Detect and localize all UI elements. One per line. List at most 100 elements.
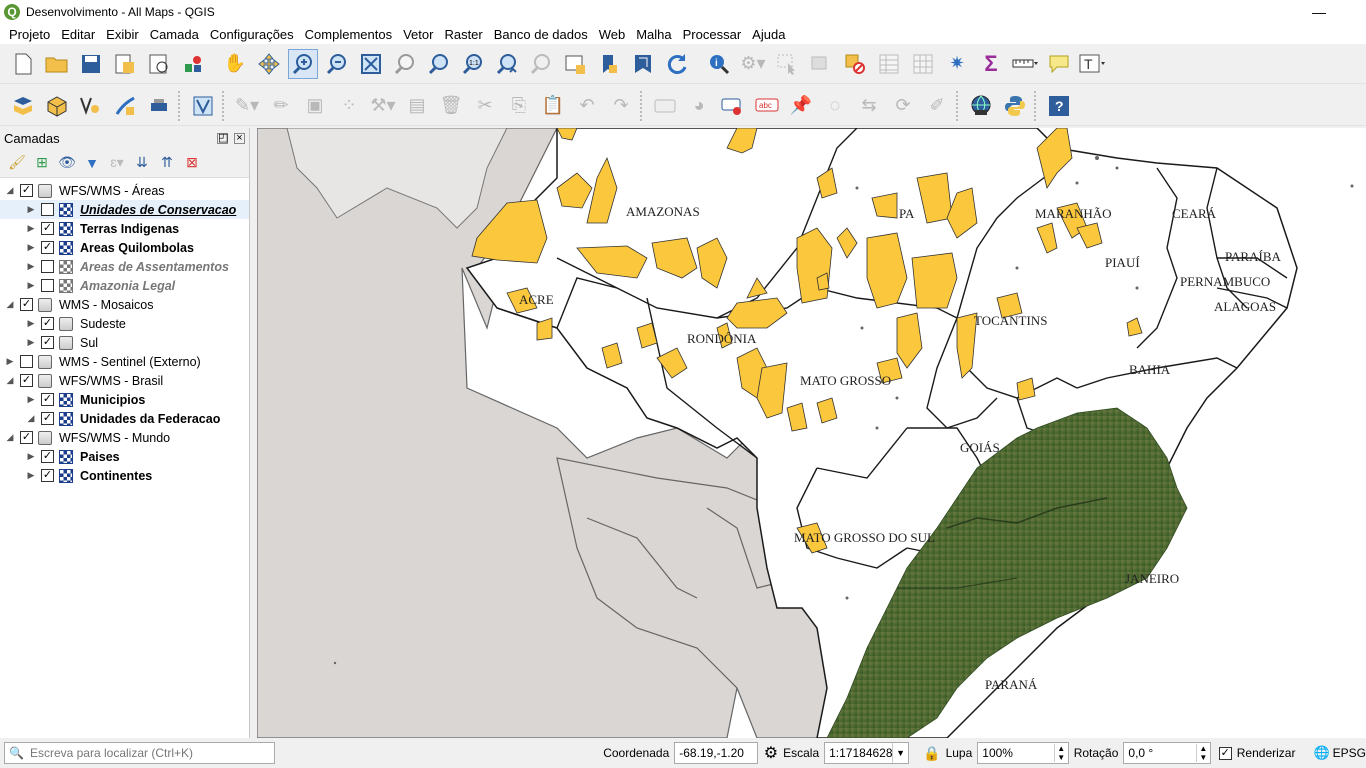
save-edits-icon[interactable]: ▣ bbox=[300, 91, 330, 121]
menu-banco-de-dados[interactable]: Banco de dados bbox=[494, 27, 588, 42]
layer-row[interactable]: ▶ Amazonia Legal bbox=[0, 276, 249, 295]
open-layer-styling-icon[interactable]: 🖌 bbox=[6, 152, 28, 174]
zoom-next-icon[interactable] bbox=[526, 49, 556, 79]
lock-scale-icon[interactable]: 🔒 bbox=[923, 745, 940, 762]
new-virtual-layer-icon[interactable] bbox=[188, 91, 218, 121]
layer-row[interactable]: ▶ ✓ Municipios bbox=[0, 390, 249, 409]
layer-checkbox[interactable] bbox=[20, 355, 33, 368]
collapsed-icon[interactable]: ▶ bbox=[25, 337, 37, 348]
layer-checkbox[interactable]: ✓ bbox=[41, 241, 54, 254]
pin-labels-icon[interactable]: 📌 bbox=[786, 91, 816, 121]
zoom-in-icon[interactable] bbox=[288, 48, 318, 79]
menu-ajuda[interactable]: Ajuda bbox=[752, 27, 785, 42]
add-group-icon[interactable]: ⊞ bbox=[31, 152, 53, 174]
layer-checkbox[interactable]: ✓ bbox=[41, 317, 54, 330]
layer-row[interactable]: ◢ ✓ WFS/WMS - Brasil bbox=[0, 371, 249, 390]
layer-diagram-icon[interactable]: abc bbox=[752, 91, 782, 121]
locator-input[interactable]: 🔍 Escreva para localizar (Ctrl+K) bbox=[4, 742, 276, 764]
show-bookmarks-icon[interactable] bbox=[628, 49, 658, 79]
collapsed-icon[interactable]: ▶ bbox=[25, 318, 37, 329]
layer-checkbox[interactable] bbox=[41, 279, 54, 292]
menu-complementos[interactable]: Complementos bbox=[305, 27, 392, 42]
help-icon[interactable]: ? bbox=[1044, 91, 1074, 121]
new-bookmark-icon[interactable] bbox=[594, 49, 624, 79]
layer-checkbox[interactable]: ✓ bbox=[20, 184, 33, 197]
zoom-full-icon[interactable] bbox=[356, 49, 386, 79]
menu-projeto[interactable]: Projeto bbox=[9, 27, 50, 42]
scale-dropdown-icon[interactable]: ▼ bbox=[892, 743, 908, 763]
menu-editar[interactable]: Editar bbox=[61, 27, 95, 42]
layer-row[interactable]: ▶ ✓ Sul bbox=[0, 333, 249, 352]
layer-checkbox[interactable] bbox=[41, 203, 54, 216]
manage-map-themes-icon[interactable]: 👁 bbox=[56, 152, 78, 174]
collapsed-icon[interactable]: ▶ bbox=[25, 204, 37, 215]
new-spatialite-icon[interactable] bbox=[110, 91, 140, 121]
layer-row[interactable]: ◢ ✓ WFS/WMS - Mundo bbox=[0, 428, 249, 447]
layer-row[interactable]: ▶ ✓ Terras Indigenas bbox=[0, 219, 249, 238]
show-hide-labels-icon[interactable]: ◌ bbox=[820, 91, 850, 121]
new-project-icon[interactable] bbox=[8, 49, 38, 79]
coordinate-field[interactable]: -68.19,-1.20 bbox=[674, 742, 758, 764]
collapsed-icon[interactable]: ▶ bbox=[4, 356, 16, 367]
zoom-out-icon[interactable] bbox=[322, 49, 352, 79]
layer-checkbox[interactable]: ✓ bbox=[41, 222, 54, 235]
vertex-tool-icon[interactable]: ⚒▾ bbox=[368, 91, 398, 121]
zoom-native-icon[interactable]: 1:1 bbox=[458, 49, 488, 79]
zoom-last-icon[interactable] bbox=[492, 49, 522, 79]
expand-all-icon[interactable]: ⇊ bbox=[131, 152, 153, 174]
float-panel-icon[interactable]: ◰ bbox=[217, 132, 228, 144]
paste-features-icon[interactable]: 📋 bbox=[538, 91, 568, 121]
close-panel-icon[interactable]: × bbox=[234, 132, 245, 144]
select-features-icon[interactable] bbox=[772, 49, 802, 79]
current-edits-icon[interactable]: ✎▾ bbox=[232, 91, 262, 121]
scale-field[interactable]: 1:17184628 ▼ bbox=[824, 742, 910, 764]
crs-label[interactable]: EPSG bbox=[1333, 746, 1366, 760]
collapse-all-icon[interactable]: ⇈ bbox=[156, 152, 178, 174]
collapsed-icon[interactable]: ▶ bbox=[25, 394, 37, 405]
layer-checkbox[interactable]: ✓ bbox=[41, 393, 54, 406]
crs-globe-icon[interactable]: 🌐 bbox=[1313, 745, 1329, 761]
print-layout-icon[interactable] bbox=[144, 49, 174, 79]
attribute-table-icon[interactable] bbox=[874, 49, 904, 79]
save-as-icon[interactable] bbox=[110, 49, 140, 79]
layer-row[interactable]: ◢ ✓ Unidades da Federacao bbox=[0, 409, 249, 428]
menu-configuracoes[interactable]: Configurações bbox=[210, 27, 294, 42]
layer-row[interactable]: ▶ Areas de Assentamentos bbox=[0, 257, 249, 276]
new-geopackage-icon[interactable] bbox=[42, 91, 72, 121]
expanded-icon[interactable]: ◢ bbox=[4, 185, 16, 196]
collapsed-icon[interactable]: ▶ bbox=[25, 451, 37, 462]
field-calculator-icon[interactable] bbox=[908, 49, 938, 79]
layer-checkbox[interactable] bbox=[41, 260, 54, 273]
statistical-summary-icon[interactable]: Σ bbox=[976, 49, 1006, 79]
layer-row[interactable]: ▶ ✓ Paises bbox=[0, 447, 249, 466]
layer-checkbox[interactable]: ✓ bbox=[41, 336, 54, 349]
change-label-icon[interactable]: ✐ bbox=[922, 91, 952, 121]
expanded-icon[interactable]: ◢ bbox=[4, 299, 16, 310]
copy-features-icon[interactable]: ⎘ bbox=[504, 91, 534, 121]
layer-row[interactable]: ◢ ✓ WMS - Mosaicos bbox=[0, 295, 249, 314]
processing-toolbox-icon[interactable]: ✷ bbox=[942, 49, 972, 79]
identify-features-icon[interactable]: ⚙▾ bbox=[738, 49, 768, 79]
map-svg[interactable]: AMAZONAS PA MARANHÃO CEARÁ PIAUÍ PARAÍBA… bbox=[257, 128, 1366, 738]
delete-selected-icon[interactable]: 🗑 bbox=[436, 91, 466, 121]
deselect-features-icon[interactable] bbox=[806, 49, 836, 79]
expanded-icon[interactable]: ◢ bbox=[4, 375, 16, 386]
rotation-field[interactable]: 0,0 ° ▲ ▼ bbox=[1123, 742, 1211, 764]
map-tips-icon[interactable] bbox=[1044, 49, 1074, 79]
expanded-icon[interactable]: ◢ bbox=[25, 413, 37, 424]
collapsed-icon[interactable]: ▶ bbox=[25, 223, 37, 234]
text-annotation-icon[interactable]: T bbox=[1078, 49, 1108, 79]
layer-checkbox[interactable]: ✓ bbox=[41, 469, 54, 482]
zoom-to-selection-icon[interactable] bbox=[390, 49, 420, 79]
layer-checkbox[interactable]: ✓ bbox=[20, 374, 33, 387]
magnifier-field[interactable]: 100% ▲ ▼ bbox=[977, 742, 1069, 764]
modify-attributes-icon[interactable]: ▤ bbox=[402, 91, 432, 121]
layer-row[interactable]: ◢ ✓ WFS/WMS - Áreas bbox=[0, 181, 249, 200]
new-map-view-icon[interactable] bbox=[560, 49, 590, 79]
redo-icon[interactable]: ↷ bbox=[606, 91, 636, 121]
collapsed-icon[interactable]: ▶ bbox=[25, 261, 37, 272]
pan-to-selection-icon[interactable] bbox=[254, 49, 284, 79]
layer-row[interactable]: ▶ WMS - Sentinel (Externo) bbox=[0, 352, 249, 371]
rotation-spin-icon[interactable]: ▲ ▼ bbox=[1195, 744, 1210, 762]
new-temporary-layer-icon[interactable] bbox=[144, 91, 174, 121]
